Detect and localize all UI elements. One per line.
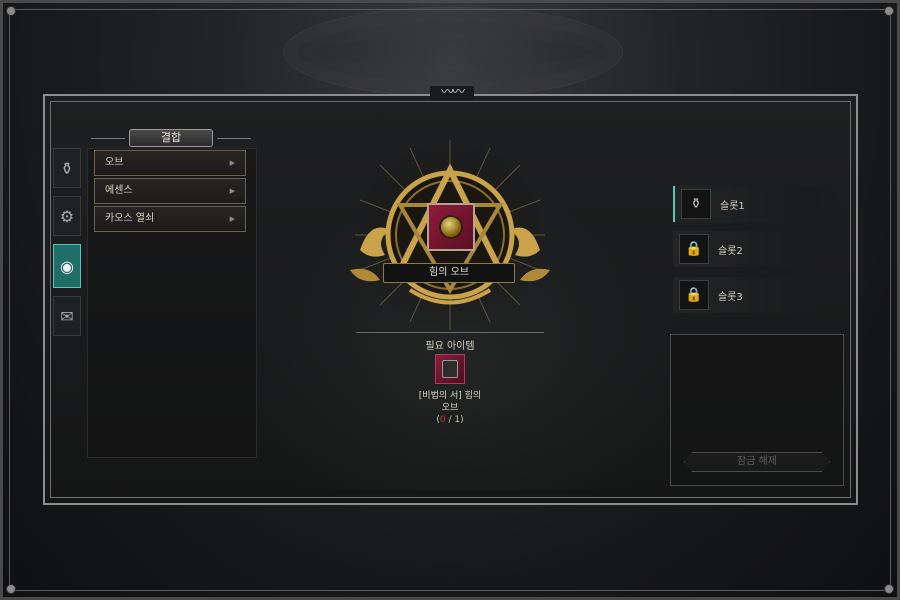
tab-orb[interactable]: ◉ <box>53 244 81 288</box>
slot-label: 슬롯2 <box>718 245 743 257</box>
slot-2[interactable]: 🔒 슬롯2 <box>673 231 843 267</box>
decorative-swirl <box>283 7 623 97</box>
tome-icon <box>442 360 458 378</box>
unlock-button[interactable]: 잠금 해제 <box>684 452 830 472</box>
result-item-slot[interactable] <box>427 203 475 251</box>
flask-icon: ⚱ <box>681 189 711 219</box>
chevron-right-icon: ▶ <box>229 187 235 195</box>
header-wing <box>217 137 251 139</box>
category-item-orb[interactable]: 오브 ▶ <box>94 150 246 176</box>
chevron-right-icon: ▶ <box>229 159 235 167</box>
panel-top-ornament: 〰〰 <box>430 86 474 100</box>
slot-label: 슬롯1 <box>720 200 745 212</box>
count-need: 1 <box>454 415 461 425</box>
required-item-name-line2: 오브 <box>441 403 459 413</box>
orb-icon: ◉ <box>60 256 74 276</box>
category-label: 오브 <box>105 157 124 168</box>
required-item-name: [비법의 서] 힘의 오브 <box>400 390 500 414</box>
header-wing <box>91 137 125 139</box>
flask-icon: ⚱ <box>60 158 74 178</box>
category-label: 카오스 열쇠 <box>105 213 155 224</box>
category-header: 결합 <box>87 128 255 148</box>
page-title: 결합 <box>129 129 213 147</box>
orb-of-power-icon <box>439 215 463 239</box>
side-tab-bar: ⚱ ⚙ ◉ ✉ <box>53 148 83 344</box>
category-item-chaos-key[interactable]: 카오스 열쇠 ▶ <box>94 206 246 232</box>
gear-icon: ⚙ <box>59 206 75 226</box>
slot-1[interactable]: ⚱ 슬롯1 <box>673 186 843 222</box>
required-item-count: (0 / 1) <box>436 415 464 425</box>
lock-icon: 🔒 <box>679 280 709 310</box>
divider <box>356 332 544 333</box>
tab-flask[interactable]: ⚱ <box>53 148 81 188</box>
required-item-slot[interactable] <box>435 354 465 384</box>
chevron-right-icon: ▶ <box>229 215 235 223</box>
lock-icon: 🔒 <box>679 234 709 264</box>
scroll-icon: ✉ <box>60 306 74 326</box>
slot-3[interactable]: 🔒 슬롯3 <box>673 277 843 313</box>
corner-rivet <box>6 6 16 16</box>
category-label: 에센스 <box>105 185 133 196</box>
tab-scroll[interactable]: ✉ <box>53 296 81 336</box>
required-item-name-line1: [비법의 서] 힘의 <box>418 391 482 401</box>
result-item-name: 힘의 오브 <box>383 263 515 283</box>
corner-rivet <box>6 584 16 594</box>
corner-rivet <box>884 584 894 594</box>
category-item-essence[interactable]: 에센스 ▶ <box>94 178 246 204</box>
slot-label: 슬롯3 <box>718 291 743 303</box>
tab-gear[interactable]: ⚙ <box>53 196 81 236</box>
required-items-label: 필요 아이템 <box>425 341 475 352</box>
corner-rivet <box>884 6 894 16</box>
